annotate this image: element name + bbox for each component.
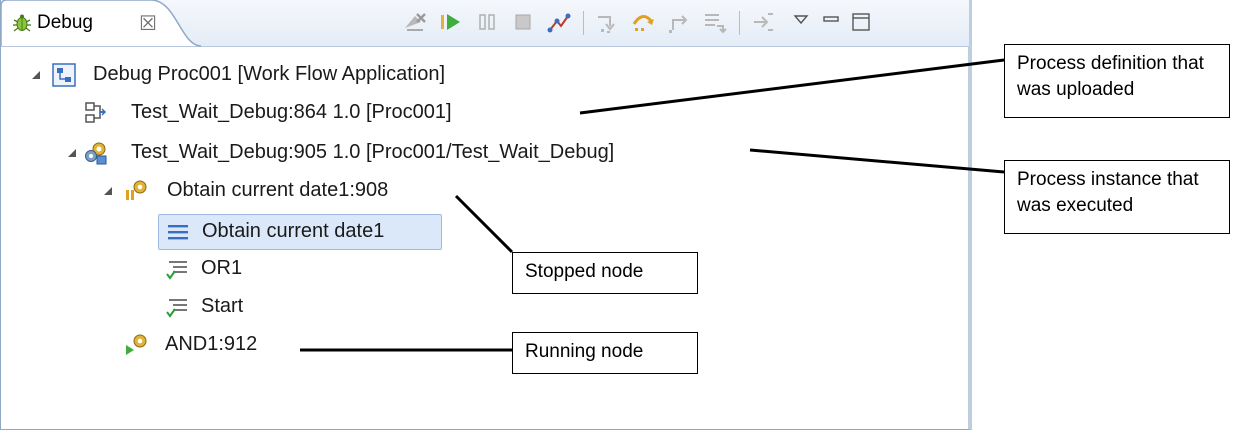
debug-tab[interactable]: Debug ☒: [1, 0, 201, 47]
step-return-icon[interactable]: [665, 8, 693, 36]
expanded-triangle-icon[interactable]: [101, 184, 115, 198]
stack-frame-icon: [165, 219, 191, 245]
tree-item-label: OR1: [201, 257, 243, 279]
tree-item-frame-start[interactable]: Start: [158, 290, 298, 324]
tree-item-thread-and1[interactable]: AND1:912: [121, 328, 301, 362]
minimize-icon[interactable]: [817, 8, 845, 36]
expanded-triangle-icon[interactable]: [29, 68, 43, 82]
completed-frame-icon: [164, 256, 190, 282]
step-into-icon[interactable]: [593, 8, 621, 36]
tree-item-label: Test_Wait_Debug:864 1.0 [Proc001]: [131, 101, 452, 123]
terminate-icon[interactable]: [509, 8, 537, 36]
view-menu-icon[interactable]: [787, 8, 815, 36]
callout-process-instance: Process instance that was executed: [1004, 160, 1230, 234]
expanded-triangle-icon[interactable]: [65, 146, 79, 160]
tree-item-frame-or1[interactable]: OR1: [158, 252, 278, 286]
tree-item-launch[interactable]: Debug Proc001 [Work Flow Application]: [29, 58, 629, 92]
remove-terminated-icon[interactable]: [401, 8, 429, 36]
debug-tab-label: Debug: [37, 12, 93, 33]
tree-item-frame-obtain-current-date[interactable]: Obtain current date1: [158, 214, 442, 250]
debug-view: Debug ☒ Debug Proc001 [Work Flow Applica…: [0, 0, 972, 430]
callout-process-definition: Process definition that was uploaded: [1004, 44, 1230, 118]
drop-to-frame-icon[interactable]: [701, 8, 729, 36]
bug-icon: [11, 12, 33, 34]
tree-item-label: Debug Proc001 [Work Flow Application]: [93, 63, 446, 85]
tree-item-label: Start: [201, 295, 244, 317]
tree-item-thread-obtain-current-date[interactable]: Obtain current date1:908: [101, 174, 461, 208]
use-step-filters-icon[interactable]: [749, 8, 777, 36]
tree-item-process-instance[interactable]: Test_Wait_Debug:905 1.0 [Proc001/Test_Wa…: [65, 136, 765, 170]
process-instance-icon: [83, 140, 109, 166]
workflow-launch-icon: [51, 62, 77, 88]
disconnect-icon[interactable]: [545, 8, 573, 36]
view-tab-bar: Debug ☒: [1, 0, 969, 47]
suspend-icon[interactable]: [473, 8, 501, 36]
close-icon[interactable]: ☒: [139, 11, 157, 36]
tree-item-label: Obtain current date1: [202, 220, 385, 242]
resume-icon[interactable]: [437, 8, 465, 36]
suspended-thread-icon: [123, 178, 149, 204]
maximize-icon[interactable]: [847, 8, 875, 36]
callout-running-node: Running node: [512, 332, 698, 374]
launch-tree: Debug Proc001 [Work Flow Application] Te…: [1, 46, 969, 426]
toolbar-separator: [739, 11, 740, 35]
toolbar-separator: [583, 11, 584, 35]
process-definition-icon: [83, 100, 109, 126]
tree-item-label: Test_Wait_Debug:905 1.0 [Proc001/Test_Wa…: [131, 141, 615, 163]
completed-frame-icon: [164, 294, 190, 320]
callout-stopped-node: Stopped node: [512, 252, 698, 294]
step-over-icon[interactable]: [629, 8, 657, 36]
tree-item-label: AND1:912: [165, 333, 258, 355]
running-thread-icon: [123, 332, 149, 358]
tree-item-process-definition[interactable]: Test_Wait_Debug:864 1.0 [Proc001]: [65, 96, 585, 130]
tree-item-label: Obtain current date1:908: [167, 179, 389, 201]
